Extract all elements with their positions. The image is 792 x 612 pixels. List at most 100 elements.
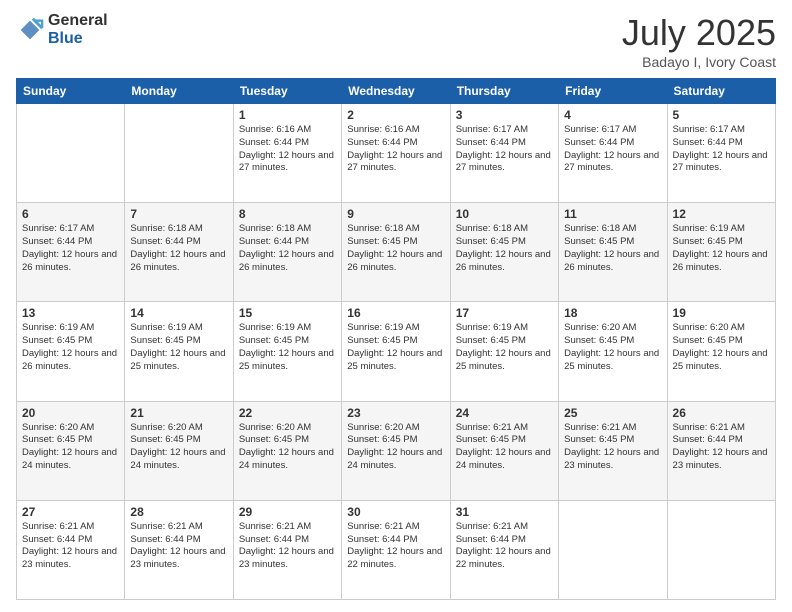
page: General Blue July 2025 Badayo I, Ivory C… — [0, 0, 792, 612]
weekday-header-row: SundayMondayTuesdayWednesdayThursdayFrid… — [17, 79, 776, 104]
calendar-cell — [559, 500, 667, 599]
calendar-cell — [17, 104, 125, 203]
calendar-cell: 17Sunrise: 6:19 AM Sunset: 6:45 PM Dayli… — [450, 302, 558, 401]
day-number: 19 — [673, 306, 770, 320]
logo-icon — [16, 16, 44, 44]
day-number: 28 — [130, 505, 227, 519]
weekday-header-sunday: Sunday — [17, 79, 125, 104]
calendar-cell: 25 Sunrise: 6:21 AM Sunset: 6:45 PM Dayli… — [559, 401, 667, 500]
weekday-header-wednesday: Wednesday — [342, 79, 450, 104]
day-info: Sunrise: 6:19 AM Sunset: 6:45 PM Dayligh… — [22, 322, 119, 373]
day-info: Sunrise: 6:21 AM Sunset: 6:44 PM Dayligh… — [456, 521, 553, 572]
day-info: Sunrise: 6:21 AM Sunset: 6:45 PM Dayligh… — [456, 422, 553, 473]
day-info: Sunrise: 6:21 AM Sunset: 6:44 PM Dayligh… — [673, 422, 770, 473]
calendar-cell: 24 Sunrise: 6:21 AM Sunset: 6:45 PM Dayli… — [450, 401, 558, 500]
calendar-cell: 1 Sunrise: 6:16 AM Sunset: 6:44 PM Daylig… — [233, 104, 341, 203]
day-info: Sunrise: 6:17 AM Sunset: 6:44 PM Dayligh… — [673, 124, 770, 175]
day-info: Sunrise: 6:21 AM Sunset: 6:44 PM Dayligh… — [239, 521, 336, 572]
day-number: 31 — [456, 505, 553, 519]
calendar-cell: 7 Sunrise: 6:18 AM Sunset: 6:44 PM Daylig… — [125, 203, 233, 302]
day-number: 4 — [564, 108, 661, 122]
day-number: 29 — [239, 505, 336, 519]
day-number: 21 — [130, 406, 227, 420]
weekday-header-tuesday: Tuesday — [233, 79, 341, 104]
day-info: Sunrise: 6:19 AM Sunset: 6:45 PM Dayligh… — [673, 223, 770, 274]
day-number: 3 — [456, 108, 553, 122]
calendar-cell: 12 Sunrise: 6:19 AM Sunset: 6:45 PM Dayli… — [667, 203, 775, 302]
day-number: 5 — [673, 108, 770, 122]
day-info: Sunrise: 6:17 AM Sunset: 6:44 PM Dayligh… — [456, 124, 553, 175]
day-info: Sunrise: 6:20 AM Sunset: 6:45 PM Dayligh… — [22, 422, 119, 473]
calendar-cell: 29 Sunrise: 6:21 AM Sunset: 6:44 PM Dayli… — [233, 500, 341, 599]
day-number: 30 — [347, 505, 444, 519]
calendar-cell: 14 Sunrise: 6:19 AM Sunset: 6:45 PM Dayli… — [125, 302, 233, 401]
day-number: 12 — [673, 207, 770, 221]
calendar-cell: 21 Sunrise: 6:20 AM Sunset: 6:45 PM Dayli… — [125, 401, 233, 500]
calendar-cell: 4 Sunrise: 6:17 AM Sunset: 6:44 PM Daylig… — [559, 104, 667, 203]
header: General Blue July 2025 Badayo I, Ivory C… — [16, 12, 776, 70]
day-number: 14 — [130, 306, 227, 320]
calendar-week-row: 1 Sunrise: 6:16 AM Sunset: 6:44 PM Daylig… — [17, 104, 776, 203]
calendar-cell: 5 Sunrise: 6:17 AM Sunset: 6:44 PM Daylig… — [667, 104, 775, 203]
weekday-header-monday: Monday — [125, 79, 233, 104]
calendar-cell: 9 Sunrise: 6:18 AM Sunset: 6:45 PM Daylig… — [342, 203, 450, 302]
calendar-cell: 6 Sunrise: 6:17 AM Sunset: 6:44 PM Daylig… — [17, 203, 125, 302]
day-number: 6 — [22, 207, 119, 221]
day-info: Sunrise: 6:18 AM Sunset: 6:44 PM Dayligh… — [239, 223, 336, 274]
day-number: 24 — [456, 406, 553, 420]
day-number: 9 — [347, 207, 444, 221]
day-number: 7 — [130, 207, 227, 221]
calendar-cell: 31 Sunrise: 6:21 AM Sunset: 6:44 PM Dayli… — [450, 500, 558, 599]
day-info: Sunrise: 6:18 AM Sunset: 6:44 PM Dayligh… — [130, 223, 227, 274]
day-number: 11 — [564, 207, 661, 221]
weekday-header-friday: Friday — [559, 79, 667, 104]
day-info: Sunrise: 6:16 AM Sunset: 6:44 PM Dayligh… — [239, 124, 336, 175]
day-info: Sunrise: 6:20 AM Sunset: 6:45 PM Dayligh… — [564, 322, 661, 373]
calendar-week-row: 27 Sunrise: 6:21 AM Sunset: 6:44 PM Dayli… — [17, 500, 776, 599]
calendar-cell: 20Sunrise: 6:20 AM Sunset: 6:45 PM Dayli… — [17, 401, 125, 500]
weekday-header-saturday: Saturday — [667, 79, 775, 104]
logo-text: General Blue — [48, 12, 108, 47]
location-title: Badayo I, Ivory Coast — [622, 54, 776, 70]
calendar-cell: 22Sunrise: 6:20 AM Sunset: 6:45 PM Dayli… — [233, 401, 341, 500]
day-number: 16 — [347, 306, 444, 320]
title-section: July 2025 Badayo I, Ivory Coast — [622, 12, 776, 70]
calendar-cell: 8 Sunrise: 6:18 AM Sunset: 6:44 PM Daylig… — [233, 203, 341, 302]
logo-general: General — [48, 12, 108, 30]
calendar-cell: 23 Sunrise: 6:20 AM Sunset: 6:45 PM Dayli… — [342, 401, 450, 500]
day-number: 8 — [239, 207, 336, 221]
day-info: Sunrise: 6:21 AM Sunset: 6:45 PM Dayligh… — [564, 422, 661, 473]
calendar-cell: 28Sunrise: 6:21 AM Sunset: 6:44 PM Dayli… — [125, 500, 233, 599]
day-info: Sunrise: 6:20 AM Sunset: 6:45 PM Dayligh… — [347, 422, 444, 473]
day-number: 22 — [239, 406, 336, 420]
day-number: 27 — [22, 505, 119, 519]
day-info: Sunrise: 6:21 AM Sunset: 6:44 PM Dayligh… — [347, 521, 444, 572]
day-info: Sunrise: 6:17 AM Sunset: 6:44 PM Dayligh… — [564, 124, 661, 175]
day-number: 23 — [347, 406, 444, 420]
day-info: Sunrise: 6:17 AM Sunset: 6:44 PM Dayligh… — [22, 223, 119, 274]
day-info: Sunrise: 6:20 AM Sunset: 6:45 PM Dayligh… — [673, 322, 770, 373]
calendar-cell: 26 Sunrise: 6:21 AM Sunset: 6:44 PM Dayli… — [667, 401, 775, 500]
month-title: July 2025 — [622, 12, 776, 54]
day-number: 1 — [239, 108, 336, 122]
day-number: 2 — [347, 108, 444, 122]
day-info: Sunrise: 6:20 AM Sunset: 6:45 PM Dayligh… — [130, 422, 227, 473]
day-info: Sunrise: 6:21 AM Sunset: 6:44 PM Dayligh… — [22, 521, 119, 572]
calendar-cell: 27 Sunrise: 6:21 AM Sunset: 6:44 PM Dayli… — [17, 500, 125, 599]
day-number: 17 — [456, 306, 553, 320]
day-info: Sunrise: 6:18 AM Sunset: 6:45 PM Dayligh… — [456, 223, 553, 274]
calendar-cell: 15 Sunrise: 6:19 AM Sunset: 6:45 PM Dayli… — [233, 302, 341, 401]
day-number: 15 — [239, 306, 336, 320]
calendar-cell — [125, 104, 233, 203]
calendar-cell: 11Sunrise: 6:18 AM Sunset: 6:45 PM Dayli… — [559, 203, 667, 302]
day-info: Sunrise: 6:19 AM Sunset: 6:45 PM Dayligh… — [130, 322, 227, 373]
calendar-cell: 16Sunrise: 6:19 AM Sunset: 6:45 PM Dayli… — [342, 302, 450, 401]
day-info: Sunrise: 6:18 AM Sunset: 6:45 PM Dayligh… — [347, 223, 444, 274]
day-number: 25 — [564, 406, 661, 420]
calendar-cell: 2Sunrise: 6:16 AM Sunset: 6:44 PM Daylig… — [342, 104, 450, 203]
day-number: 13 — [22, 306, 119, 320]
calendar-cell: 19 Sunrise: 6:20 AM Sunset: 6:45 PM Dayli… — [667, 302, 775, 401]
day-info: Sunrise: 6:19 AM Sunset: 6:45 PM Dayligh… — [239, 322, 336, 373]
day-number: 26 — [673, 406, 770, 420]
calendar-week-row: 20Sunrise: 6:20 AM Sunset: 6:45 PM Dayli… — [17, 401, 776, 500]
